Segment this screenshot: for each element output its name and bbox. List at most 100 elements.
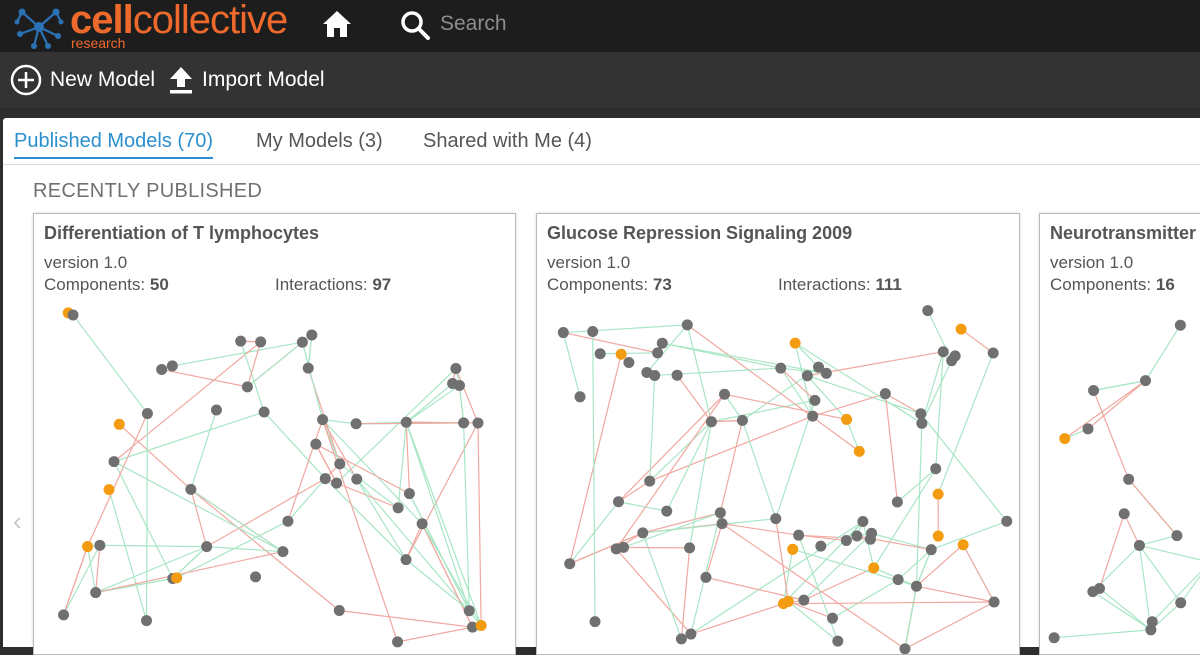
graph-node	[58, 609, 69, 620]
graph-node	[958, 539, 969, 550]
search-input[interactable]	[440, 10, 590, 38]
graph-node	[899, 643, 910, 654]
graph-node	[661, 506, 672, 517]
graph-edge	[339, 611, 472, 628]
graph-node	[880, 388, 891, 399]
graph-edge	[677, 375, 711, 422]
tab-my-models[interactable]: My Models (3)	[256, 130, 383, 157]
graph-edge	[100, 545, 207, 546]
graph-node	[401, 417, 412, 428]
tab-shared-with-me[interactable]: Shared with Me (4)	[423, 130, 592, 157]
graph-node	[417, 518, 428, 529]
graph-node	[737, 415, 748, 426]
tab-published-models[interactable]: Published Models (70)	[14, 130, 213, 159]
graph-edge	[804, 533, 872, 600]
graph-edge	[1129, 479, 1177, 535]
graph-edge	[813, 394, 886, 416]
home-icon[interactable]	[320, 8, 354, 40]
upload-icon	[168, 64, 194, 96]
graph-node	[297, 337, 308, 348]
graph-node	[988, 347, 999, 358]
graph-node	[201, 541, 212, 552]
import-model-button[interactable]: Import Model	[168, 63, 325, 97]
graph-node	[652, 347, 663, 358]
graph-node	[1140, 375, 1151, 386]
graph-node	[916, 418, 927, 429]
graph-node	[719, 389, 730, 400]
graph-node	[684, 542, 695, 553]
graph-edge	[172, 342, 302, 366]
chevron-left-icon[interactable]: ‹	[13, 506, 22, 537]
graph-node	[706, 416, 717, 427]
graph-edge	[618, 481, 649, 502]
graph-node	[250, 571, 261, 582]
graph-edge	[706, 524, 722, 578]
graph-node	[770, 513, 781, 524]
model-title: Neurotransmitter	[1050, 223, 1196, 244]
graph-node	[558, 327, 569, 338]
graph-edge	[114, 342, 261, 462]
graph-node	[450, 363, 461, 374]
brand-logo[interactable]: cellcollective research	[14, 4, 304, 48]
graph-node	[672, 370, 683, 381]
graph-edge	[742, 420, 775, 518]
graph-edge	[804, 568, 874, 600]
graph-node	[682, 319, 693, 330]
graph-node	[623, 357, 634, 368]
graph-node	[1049, 632, 1060, 643]
search-box[interactable]	[400, 8, 600, 40]
graph-edge	[885, 394, 897, 502]
model-version: version 1.0	[1050, 253, 1133, 273]
graph-node	[1119, 508, 1130, 519]
graph-node	[142, 408, 153, 419]
graph-node	[156, 364, 167, 375]
graph-node	[715, 507, 726, 518]
graph-node	[392, 636, 403, 647]
graph-node	[989, 596, 1000, 607]
model-title: Glucose Repression Signaling 2009	[547, 223, 852, 244]
graph-node	[167, 360, 178, 371]
graph-edge	[247, 342, 302, 387]
graph-edge	[109, 490, 146, 621]
graph-node	[649, 370, 660, 381]
graph-node	[235, 336, 246, 347]
graph-edge	[624, 547, 690, 548]
graph-edge	[96, 547, 207, 593]
graph-node	[595, 348, 606, 359]
search-icon[interactable]	[400, 10, 432, 40]
graph-edge	[563, 333, 580, 397]
graph-edge	[323, 420, 398, 642]
graph-node	[809, 395, 820, 406]
graph-node	[393, 502, 404, 513]
graph-node	[841, 414, 852, 425]
graph-node	[676, 633, 687, 644]
model-card[interactable]: Differentiation of T lymphocytes version…	[33, 213, 516, 655]
graph-node	[334, 605, 345, 616]
graph-node	[717, 518, 728, 529]
model-card[interactable]: Neurotransmitter version 1.0 Components:…	[1039, 213, 1200, 655]
top-bar: cellcollective research	[0, 0, 1200, 52]
new-model-button[interactable]: New Model	[10, 63, 155, 97]
graph-edge	[872, 533, 932, 549]
graph-edge	[600, 353, 657, 354]
graph-edge	[1139, 545, 1200, 562]
graph-edge	[722, 524, 905, 649]
graph-node	[104, 484, 115, 495]
model-card[interactable]: Glucose Repression Signaling 2009 versio…	[536, 213, 1020, 655]
graph-node	[1082, 423, 1093, 434]
graph-edge	[681, 548, 689, 639]
graph-node	[893, 574, 904, 585]
graph-edge	[406, 524, 422, 560]
graph-edge	[783, 602, 994, 604]
import-model-label: Import Model	[202, 68, 325, 92]
graph-edge	[191, 410, 217, 489]
graph-node	[310, 439, 321, 450]
graph-node	[454, 380, 465, 391]
graph-node	[458, 417, 469, 428]
graph-edge	[1054, 630, 1151, 638]
model-version: version 1.0	[44, 253, 127, 273]
graph-edge	[905, 602, 994, 649]
graph-node	[255, 336, 266, 347]
graph-edge	[88, 547, 96, 593]
model-title: Differentiation of T lymphocytes	[44, 223, 319, 244]
